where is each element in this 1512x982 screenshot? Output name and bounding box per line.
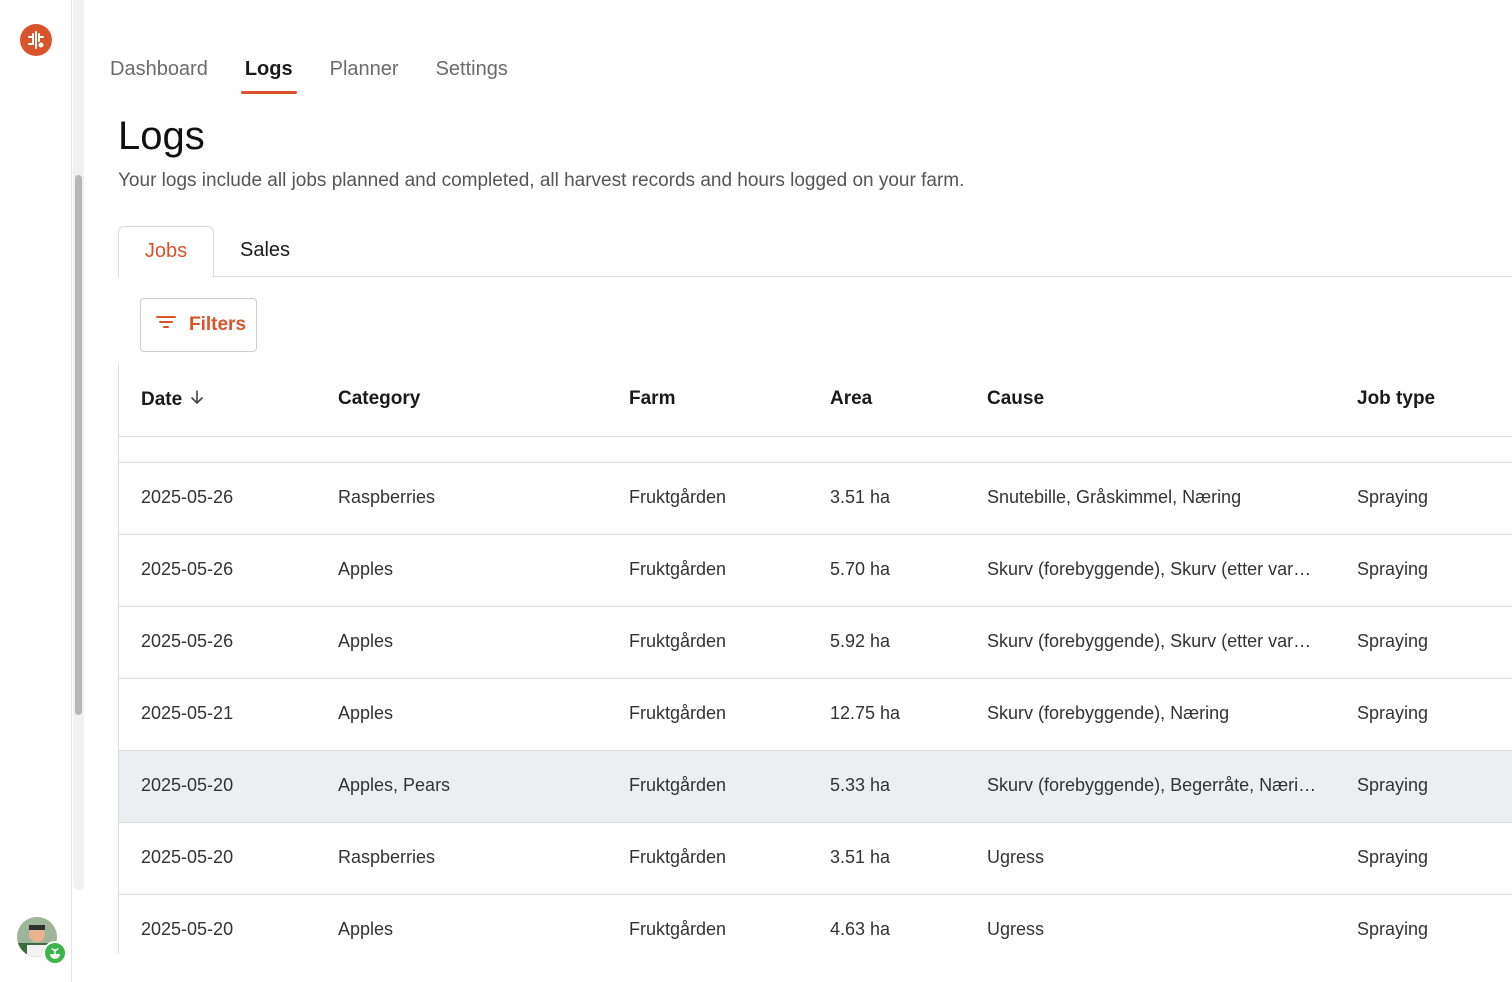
- cell-cause: Skurv (forebyggende), Skurv (etter vars.…: [987, 631, 1317, 651]
- cell-cause: Skurv (forebyggende), Skurv (etter vars.…: [987, 559, 1317, 579]
- cell-category: Apples: [338, 631, 394, 651]
- cell-cause: Ugress: [987, 919, 1045, 939]
- sprout-icon: [43, 941, 67, 965]
- cell-job-type: Spraying: [1357, 487, 1429, 507]
- cell-date: 2025-05-26: [141, 559, 234, 579]
- table-body: 2025-05-26 Raspberries Fruktgården 3.51 …: [119, 463, 1512, 954]
- nav-planner[interactable]: Planner: [330, 56, 399, 94]
- tab-sales[interactable]: Sales: [240, 226, 290, 277]
- app-logo-icon[interactable]: [20, 24, 52, 56]
- filters-button[interactable]: Filters: [140, 298, 257, 352]
- table-row[interactable]: 2025-05-26 Apples Fruktgården 5.92 ha Sk…: [119, 607, 1512, 679]
- cell-area: 3.51 ha: [830, 487, 891, 507]
- sidebar: [0, 0, 72, 982]
- log-tabs: Jobs Sales: [118, 226, 1512, 278]
- cell-area: 3.51 ha: [830, 847, 891, 867]
- nav-logs[interactable]: Logs: [240, 56, 297, 94]
- table-row[interactable]: 2025-05-20 Apples Fruktgården 4.63 ha Ug…: [119, 895, 1512, 954]
- table-row[interactable]: 2025-05-26 Apples Fruktgården 5.70 ha Sk…: [119, 535, 1512, 607]
- filters-label: Filters: [189, 314, 247, 335]
- table-row-hovered[interactable]: 2025-05-20 Apples, Pears Fruktgården 5.3…: [119, 751, 1512, 823]
- cell-category: Raspberries: [338, 487, 436, 507]
- table-header: Date Category Farm Area Cause Job type: [119, 364, 1512, 437]
- column-header-cause[interactable]: Cause: [987, 388, 1044, 410]
- cell-area: 5.92 ha: [830, 631, 891, 651]
- cell-farm: Fruktgården: [629, 775, 727, 795]
- cell-area: 5.70 ha: [830, 559, 891, 579]
- column-header-date[interactable]: Date: [141, 388, 206, 412]
- column-header-category[interactable]: Category: [338, 388, 420, 410]
- cell-cause: Skurv (forebyggende), Begerråte, Næring: [987, 775, 1317, 795]
- cell-area: 4.63 ha: [830, 919, 891, 939]
- cell-date: 2025-05-26: [141, 487, 234, 507]
- cell-farm: Fruktgården: [629, 847, 727, 867]
- tab-jobs[interactable]: Jobs: [118, 226, 214, 278]
- table-row[interactable]: 2025-05-20 Raspberries Fruktgården 3.51 …: [119, 823, 1512, 895]
- cell-date: 2025-05-20: [141, 775, 234, 795]
- cell-area: 12.75 ha: [830, 703, 901, 723]
- cell-cause: Ugress: [987, 847, 1045, 867]
- cell-date: 2025-05-20: [141, 919, 234, 939]
- cell-date: 2025-05-20: [141, 847, 234, 867]
- cell-cause: Snutebille, Gråskimmel, Næring: [987, 487, 1242, 507]
- top-navigation: Dashboard Logs Planner Settings: [110, 56, 545, 96]
- cell-category: Apples: [338, 703, 394, 723]
- cell-category: Apples: [338, 919, 394, 939]
- filter-lines-icon: [155, 314, 177, 336]
- nav-dashboard[interactable]: Dashboard: [110, 56, 208, 94]
- cell-job-type: Spraying: [1357, 631, 1429, 651]
- table-row[interactable]: 2025-05-21 Apples Fruktgården 12.75 ha S…: [119, 679, 1512, 751]
- cell-job-type: Spraying: [1357, 703, 1429, 723]
- cell-date: 2025-05-21: [141, 703, 234, 723]
- table-spacer-row: [119, 437, 1512, 463]
- column-header-job-type[interactable]: Job type: [1357, 388, 1435, 410]
- sidebar-scrollbar-thumb[interactable]: [75, 175, 82, 715]
- cell-category: Apples, Pears: [338, 775, 451, 795]
- column-date-label: Date: [141, 389, 183, 410]
- cell-farm: Fruktgården: [629, 919, 727, 939]
- table-row[interactable]: 2025-05-26 Raspberries Fruktgården 3.51 …: [119, 463, 1512, 535]
- column-header-farm[interactable]: Farm: [629, 388, 675, 410]
- cell-job-type: Spraying: [1357, 847, 1429, 867]
- cell-cause: Skurv (forebyggende), Næring: [987, 703, 1230, 723]
- cell-farm: Fruktgården: [629, 631, 727, 651]
- cell-job-type: Spraying: [1357, 919, 1429, 939]
- page-title: Logs: [118, 114, 205, 158]
- cell-category: Raspberries: [338, 847, 436, 867]
- nav-settings[interactable]: Settings: [436, 56, 508, 94]
- cell-farm: Fruktgården: [629, 559, 727, 579]
- cell-farm: Fruktgården: [629, 487, 727, 507]
- cell-job-type: Spraying: [1357, 559, 1429, 579]
- arrow-down-icon: [188, 388, 206, 412]
- cell-farm: Fruktgården: [629, 703, 727, 723]
- cell-job-type: Spraying: [1357, 775, 1429, 795]
- jobs-table: Date Category Farm Area Cause Job type 2…: [118, 364, 1512, 954]
- cell-area: 5.33 ha: [830, 775, 891, 795]
- column-header-area[interactable]: Area: [830, 388, 872, 410]
- cell-category: Apples: [338, 559, 394, 579]
- page-subtitle: Your logs include all jobs planned and c…: [118, 170, 965, 191]
- cell-date: 2025-05-26: [141, 631, 234, 651]
